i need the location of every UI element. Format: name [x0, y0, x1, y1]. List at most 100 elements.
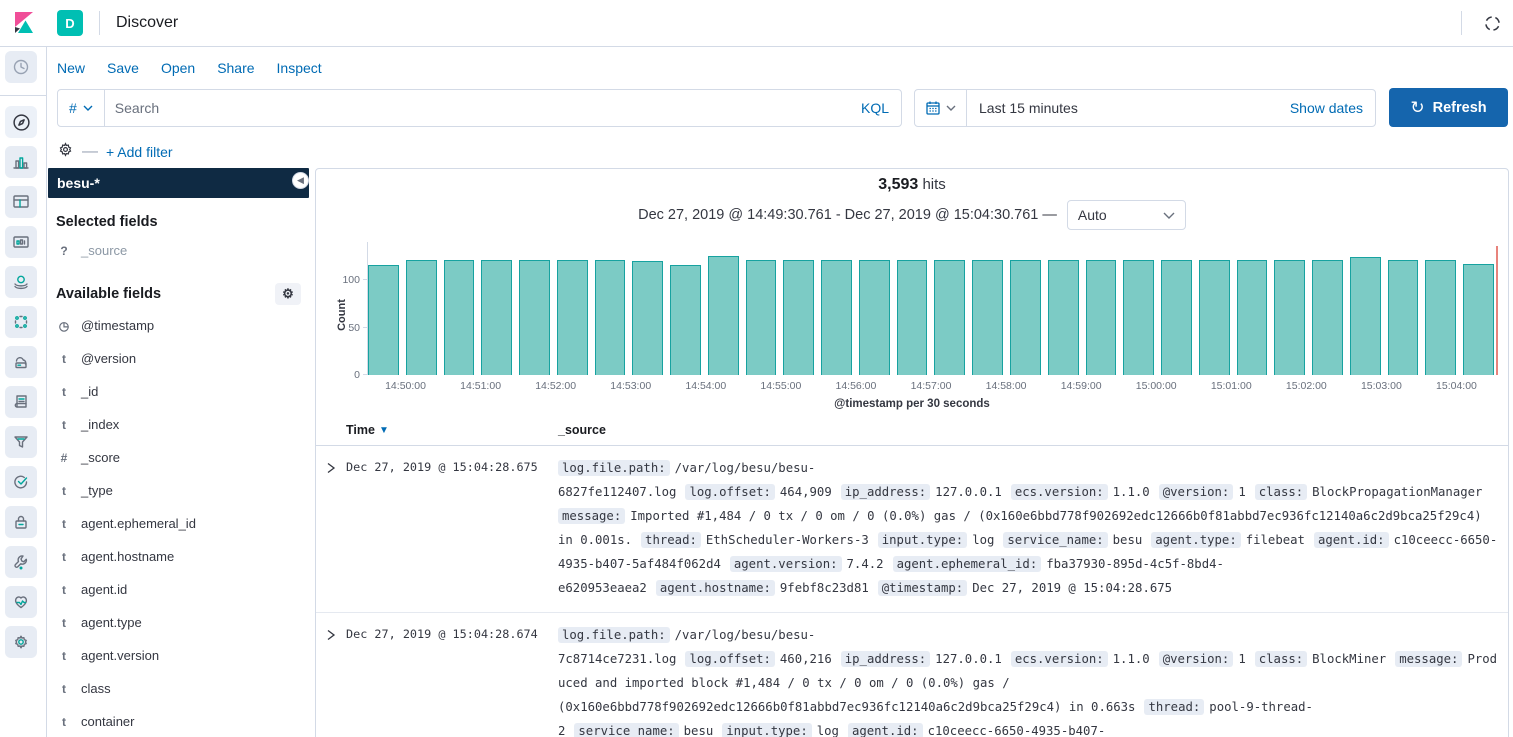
sidebar-item-visualize[interactable] [0, 142, 47, 182]
sidebar-item-canvas[interactable] [0, 222, 47, 262]
source-field-value: 1 [1238, 652, 1245, 666]
histogram-bar-14:55:30[interactable] [821, 260, 852, 375]
share-link[interactable]: Share [217, 60, 254, 76]
field-item-_id[interactable]: t_id [55, 375, 301, 408]
field-item-class[interactable]: tclass [55, 672, 301, 705]
help-icon[interactable] [1484, 15, 1501, 32]
histogram-bar-14:53:00[interactable] [632, 261, 663, 375]
histogram-bar-14:56:30[interactable] [897, 260, 928, 375]
recently-viewed-button[interactable] [0, 47, 47, 87]
field-item-_type[interactable]: t_type [55, 474, 301, 507]
source-field-name: log.offset: [685, 651, 774, 667]
source-field-name: log.file.path: [558, 627, 670, 643]
histogram-bar-14:54:00[interactable] [708, 256, 739, 375]
gear-icon [57, 141, 74, 158]
kql-label[interactable]: KQL [861, 100, 901, 116]
cloud-server-icon [12, 353, 30, 371]
histogram-bar-14:58:30[interactable] [1048, 260, 1079, 375]
show-dates-link[interactable]: Show dates [1290, 100, 1375, 116]
histogram-bar-15:01:30[interactable] [1274, 260, 1305, 375]
filter-dash: — [82, 143, 98, 161]
histogram-bar-14:59:30[interactable] [1123, 260, 1154, 375]
expand-row-button[interactable] [316, 623, 346, 737]
field-item-agent.ephemeral_id[interactable]: tagent.ephemeral_id [55, 507, 301, 540]
interval-select[interactable]: Auto [1067, 200, 1186, 230]
sidebar-item-management[interactable] [0, 622, 47, 662]
x-tick-14:57:00: 14:57:00 [911, 375, 952, 392]
field-item-agent.hostname[interactable]: tagent.hostname [55, 540, 301, 573]
time-range-value[interactable]: Last 15 minutes [967, 100, 1078, 116]
field-item-agent.type[interactable]: tagent.type [55, 606, 301, 639]
histogram-bar-14:50:00[interactable] [406, 260, 437, 375]
histogram-bar-15:00:30[interactable] [1199, 260, 1230, 375]
save-link[interactable]: Save [107, 60, 139, 76]
filter-settings-button[interactable] [57, 141, 74, 163]
histogram-bar-14:55:00[interactable] [783, 260, 814, 375]
field-item-_index[interactable]: t_index [55, 408, 301, 441]
breadcrumb-divider [99, 11, 100, 35]
sidebar-item-metrics[interactable] [0, 342, 47, 382]
field-item-_score[interactable]: #_score [55, 441, 301, 474]
x-tick-15:02:00: 15:02:00 [1286, 375, 1327, 392]
expand-row-button[interactable] [316, 456, 346, 600]
histogram-bar-14:52:00[interactable] [557, 260, 588, 375]
histogram-bar-15:02:00[interactable] [1312, 260, 1343, 375]
sidebar-item-discover[interactable] [0, 102, 47, 142]
histogram-bar-14:58:00[interactable] [1010, 260, 1041, 375]
field-item-agent.version[interactable]: tagent.version [55, 639, 301, 672]
histogram-bar-15:01:00[interactable] [1237, 260, 1268, 375]
histogram-bar-15:03:00[interactable] [1388, 260, 1419, 375]
histogram-bar-14:51:00[interactable] [481, 260, 512, 375]
x-tick-14:56:00: 14:56:00 [835, 375, 876, 392]
open-link[interactable]: Open [161, 60, 195, 76]
sidebar-item-logs[interactable] [0, 382, 47, 422]
row-source: log.file.path:/var/log/besu/besu-7c8714c… [558, 623, 1508, 737]
histogram-bar-14:53:30[interactable] [670, 265, 701, 375]
sidebar-item-machine-learning[interactable] [0, 302, 47, 342]
histogram-bar-14:49:30[interactable] [368, 265, 399, 375]
sidebar-item-dashboard[interactable] [0, 182, 47, 222]
field-item-@version[interactable]: t@version [55, 342, 301, 375]
source-field-value: 1 [1238, 485, 1245, 499]
sidebar-item-dev-tools[interactable] [0, 542, 47, 582]
histogram-bar-15:04:00[interactable] [1463, 264, 1494, 375]
histogram-bar-14:52:30[interactable] [595, 260, 626, 375]
field-name: _score [81, 450, 120, 465]
search-input[interactable] [105, 100, 861, 116]
kibana-logo-icon [12, 11, 36, 35]
index-pattern-select[interactable]: besu-* [48, 168, 309, 198]
histogram-bar-14:59:00[interactable] [1086, 260, 1117, 375]
histogram-bar-15:02:30[interactable] [1350, 257, 1381, 375]
histogram-bar-14:50:30[interactable] [444, 260, 475, 375]
filter-type-select[interactable]: # [58, 90, 105, 126]
time-column-header[interactable]: Time ▼ [346, 423, 558, 437]
histogram-bar-15:03:30[interactable] [1425, 260, 1456, 375]
histogram-bar-14:57:30[interactable] [972, 260, 1003, 375]
calendar-button[interactable] [915, 90, 967, 126]
x-tick-15:00:00: 15:00:00 [1136, 375, 1177, 392]
inspect-link[interactable]: Inspect [277, 60, 322, 76]
histogram-bar-14:56:00[interactable] [859, 260, 890, 375]
collapse-sidebar-button[interactable]: ◀ [292, 172, 309, 189]
selected-field-_source[interactable]: ?_source [55, 234, 301, 267]
x-tick-14:51:00: 14:51:00 [460, 375, 501, 392]
sidebar-item-apm[interactable] [0, 422, 47, 462]
field-settings-button[interactable]: ⚙ [275, 283, 301, 305]
sidebar-item-siem[interactable] [0, 502, 47, 542]
histogram-chart[interactable]: Count 050100 14:50:0014:51:0014:52:0014:… [368, 242, 1498, 375]
field-item-@timestamp[interactable]: ◷@timestamp [55, 309, 301, 342]
histogram-bar-15:00:00[interactable] [1161, 260, 1192, 375]
field-item-agent.id[interactable]: tagent.id [55, 573, 301, 606]
histogram-bar-14:57:00[interactable] [934, 260, 965, 375]
add-filter-link[interactable]: + Add filter [106, 144, 173, 160]
sidebar-item-uptime[interactable] [0, 462, 47, 502]
refresh-button[interactable]: ↻ Refresh [1389, 88, 1508, 127]
kibana-logo[interactable] [0, 11, 47, 35]
histogram-bar-14:54:30[interactable] [746, 260, 777, 375]
row-timestamp: Dec 27, 2019 @ 15:04:28.674 [346, 623, 558, 737]
new-link[interactable]: New [57, 60, 85, 76]
field-item-container[interactable]: tcontainer [55, 705, 301, 737]
histogram-bar-14:51:30[interactable] [519, 260, 550, 375]
sidebar-item-maps[interactable] [0, 262, 47, 302]
sidebar-item-monitoring[interactable] [0, 582, 47, 622]
